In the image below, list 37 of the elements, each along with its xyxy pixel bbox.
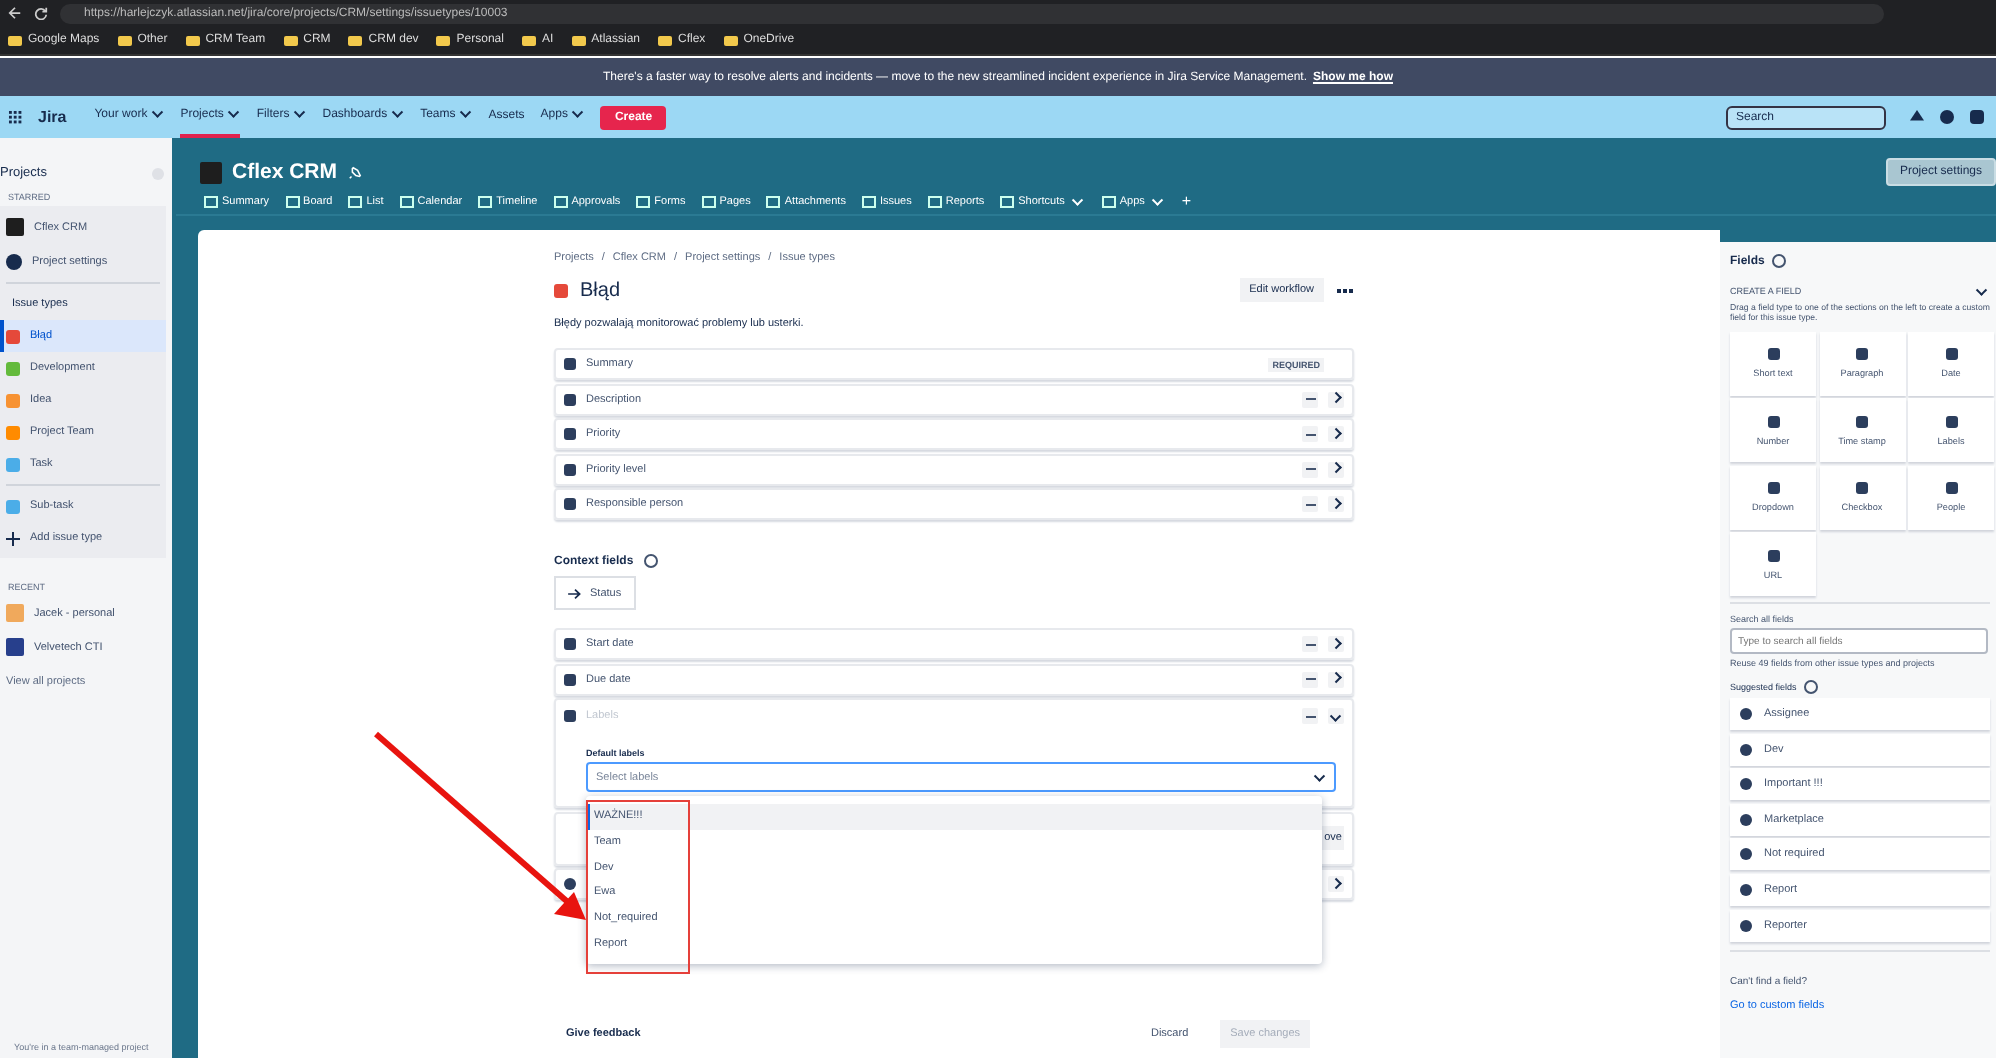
collapse-icon[interactable] (1975, 284, 1986, 295)
project-name: Cflex CRM (232, 160, 338, 184)
project-avatar-icon (200, 161, 222, 183)
field-icon (564, 428, 576, 440)
drag-handle-button[interactable] (1302, 636, 1318, 652)
field-icon (564, 498, 576, 510)
app-switcher-icon[interactable] (8, 110, 22, 124)
drag-handle-button[interactable] (1302, 461, 1318, 477)
drag-handle-button[interactable] (1302, 671, 1318, 687)
field-icon (564, 463, 576, 475)
expand-button[interactable] (1328, 391, 1344, 407)
drag-handle-button[interactable] (1302, 496, 1318, 512)
drag-handle-button[interactable] (1302, 708, 1318, 724)
info-icon[interactable] (1772, 254, 1787, 268)
caret-icon (1313, 770, 1324, 780)
page-title: Błąd (580, 279, 621, 301)
expand-button[interactable] (1328, 671, 1344, 687)
expand-button[interactable] (1328, 461, 1344, 477)
back-icon[interactable] (8, 6, 22, 20)
expand-button[interactable] (1328, 636, 1344, 652)
jira-logo[interactable]: Jira (38, 108, 67, 126)
field-icon (564, 358, 576, 370)
add-tab-button[interactable]: + (1181, 196, 1192, 208)
drag-handle-button[interactable] (1302, 426, 1318, 442)
collapse-button[interactable] (1328, 708, 1344, 724)
info-icon[interactable] (1804, 680, 1819, 694)
expand-button[interactable] (1328, 876, 1344, 892)
info-icon[interactable] (643, 554, 658, 568)
issue-type-icon (554, 283, 568, 297)
pin-icon[interactable] (347, 165, 362, 179)
expand-button[interactable] (1328, 426, 1344, 442)
expand-button[interactable] (1328, 496, 1344, 512)
field-icon (564, 393, 576, 405)
more-icon[interactable] (1336, 287, 1354, 293)
arrow-icon (568, 587, 582, 599)
drag-handle-button[interactable] (1302, 391, 1318, 407)
reload-icon[interactable] (34, 6, 48, 20)
